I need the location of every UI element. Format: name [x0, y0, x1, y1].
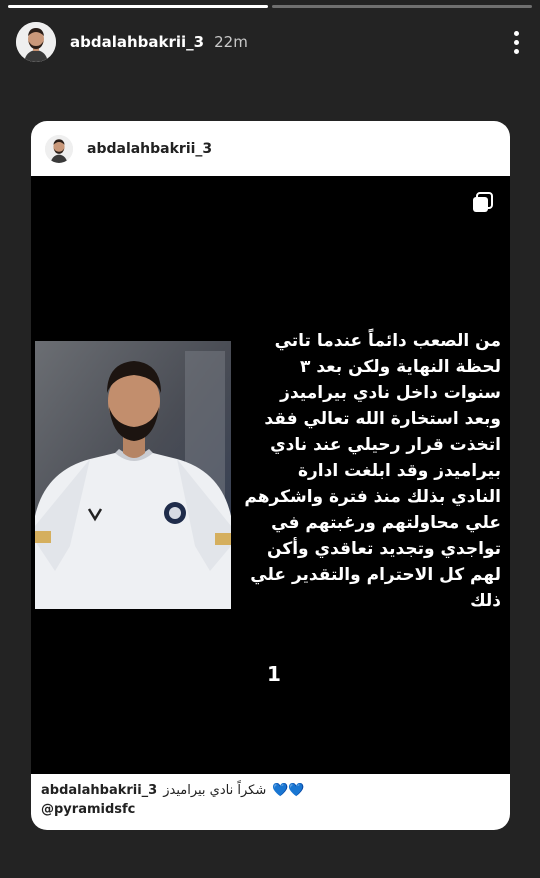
story-timestamp: 22m	[214, 33, 248, 51]
player-photo	[35, 341, 231, 609]
post-text: من الصعب دائماً عندما تاتي لحظة النهاية …	[244, 331, 501, 611]
story-progress-bar	[8, 5, 532, 8]
story-progress-segment	[8, 5, 268, 8]
caption-text: شكراً نادي بيراميدز	[163, 783, 267, 798]
post-username[interactable]: abdalahbakrii_3	[87, 141, 212, 157]
carousel-icon	[472, 192, 494, 214]
post-header: abdalahbakrii_3	[31, 121, 510, 176]
post-caption: abdalahbakrii_3 شكراً نادي بيراميدز 💙💙 @…	[31, 774, 510, 830]
post-image: من الصعب دائماً عندما تاتي لحظة النهاية …	[31, 176, 510, 774]
caption-username[interactable]: abdalahbakrii_3	[41, 783, 157, 798]
profile-avatar[interactable]	[16, 22, 56, 62]
story-username[interactable]: abdalahbakrii_3	[70, 33, 204, 51]
mention-link[interactable]: @pyramidsfc	[41, 802, 498, 817]
post-number: 1	[267, 662, 281, 686]
post-avatar[interactable]	[45, 134, 73, 163]
shared-post-card[interactable]: abdalahbakrii_3 من الصعب دائماً عندما تا…	[31, 121, 510, 830]
more-vertical-icon[interactable]	[506, 28, 526, 56]
heart-icon: 💙💙	[272, 783, 305, 798]
caption-row: abdalahbakrii_3 شكراً نادي بيراميدز 💙💙	[41, 783, 498, 798]
story-header: abdalahbakrii_3 22m	[16, 20, 526, 64]
story-progress-segment	[272, 5, 532, 8]
